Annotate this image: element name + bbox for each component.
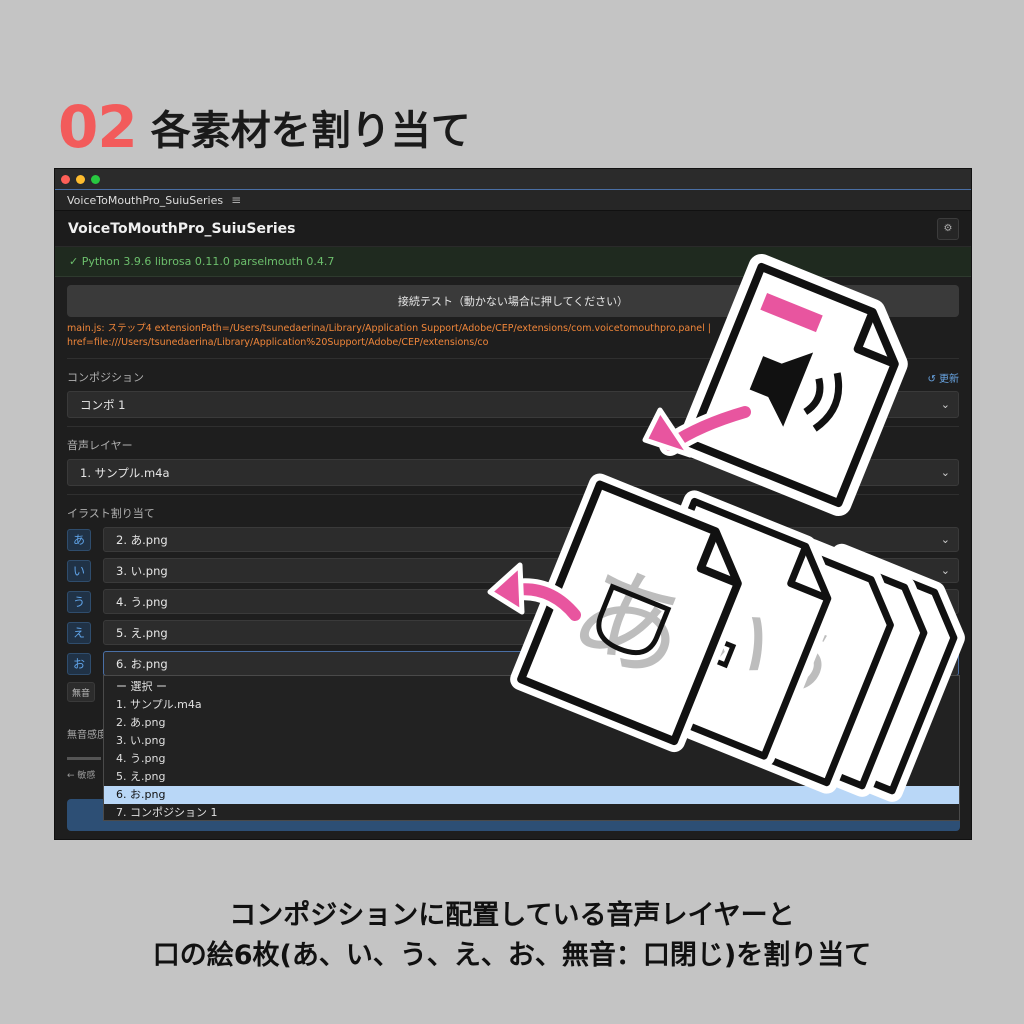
maximize-window-button[interactable] — [91, 174, 100, 184]
log-line: href=file:///Users/tsunedaerina/Library/… — [67, 337, 489, 348]
mute-badge: 無音 — [67, 682, 95, 702]
vowel-select[interactable]: 4. う.png ⌄ — [103, 589, 959, 614]
composition-select[interactable]: コンポ 1 ⌄ — [67, 391, 959, 418]
sensitivity-left-label: ← 敏感 — [67, 771, 96, 781]
vowel-row-e: え 5. え.png ⌄ — [67, 620, 959, 645]
vowel-select[interactable]: 5. え.png ⌄ — [103, 620, 959, 645]
chevron-down-icon: ⌄ — [940, 595, 950, 608]
step-number: 02 — [58, 93, 138, 161]
step-heading: 02 各素材を割り当て — [58, 92, 471, 162]
step-title: 各素材を割り当て — [150, 108, 471, 154]
chevron-down-icon: ⌄ — [940, 626, 950, 639]
debug-log: main.js: ステップ4 extensionPath=/Users/tsun… — [67, 322, 959, 359]
chevron-down-icon: ⌄ — [940, 533, 950, 546]
vowel-select-value: 3. い.png — [116, 563, 168, 578]
vowel-row-u: う 4. う.png ⌄ — [67, 589, 959, 614]
minimize-window-button[interactable] — [76, 174, 85, 184]
composition-section: コンポジション ↺ 更新 コンポ 1 ⌄ — [67, 359, 959, 427]
vowel-select[interactable]: 3. い.png ⌄ — [103, 558, 959, 583]
composition-label: コンポジション — [67, 371, 144, 384]
vowel-badge: あ — [67, 528, 91, 551]
caption-line-2: 口の絵6枚(あ、い、う、え、お、無音：口閉じ)を割り当て — [152, 940, 872, 971]
panel-body: 接続テスト（動かない場合に押してください） main.js: ステップ4 ext… — [55, 277, 971, 702]
audio-layer-label: 音声レイヤー — [67, 439, 133, 452]
audio-layer-section: 音声レイヤー 1. サンプル.m4a ⌄ — [67, 427, 959, 495]
vowel-select-value: 5. え.png — [116, 625, 168, 640]
vowel-select-value: 6. お.png — [116, 656, 168, 671]
vowel-select[interactable]: 2. あ.png ⌄ — [103, 527, 959, 552]
vowel-badge: お — [67, 652, 91, 675]
audio-layer-value: 1. サンプル.m4a — [80, 465, 170, 480]
connection-test-button[interactable]: 接続テスト（動かない場合に押してください） — [67, 285, 959, 317]
illust-section: イラスト割り当て あ 2. あ.png ⌄ い 3. い.png ⌄ う 4. — [67, 495, 959, 702]
caption-line-1: コンポジションに配置している音声レイヤーと — [229, 900, 795, 931]
dropdown-option[interactable]: 5. え.png — [104, 768, 959, 786]
composition-value: コンポ 1 — [80, 397, 126, 412]
chevron-down-icon: ⌄ — [940, 466, 950, 479]
dropdown-option-selected[interactable]: 6. お.png — [104, 786, 959, 804]
dropdown-option[interactable]: 2. あ.png — [104, 714, 959, 732]
vowel-badge: え — [67, 621, 91, 644]
vowel-row-i: い 3. い.png ⌄ — [67, 558, 959, 583]
gear-icon[interactable]: ⚙ — [937, 217, 959, 240]
panel-tab[interactable]: VoiceToMouthPro_SuiuSeries — [67, 194, 223, 207]
vowel-select-value: 2. あ.png — [116, 532, 168, 547]
sensitivity-slider[interactable] — [67, 757, 101, 760]
chevron-down-icon: ⌄ — [940, 657, 950, 670]
vowel-row-o: お 6. お.png ⌄ — [67, 651, 959, 676]
refresh-button[interactable]: ↺ 更新 — [927, 370, 959, 385]
dropdown-option[interactable]: 7. コンポジション 1 — [104, 804, 959, 822]
panel-menu-icon[interactable]: ≡ — [231, 193, 241, 207]
panel-header: VoiceToMouthPro_SuiuSeries ⚙ — [55, 211, 971, 247]
vowel-badge: う — [67, 590, 91, 613]
vowel-select[interactable]: 6. お.png ⌄ — [103, 651, 959, 676]
dropdown-option[interactable]: 3. い.png — [104, 732, 959, 750]
sensitivity-label: 無音感度 — [67, 730, 107, 741]
log-line: main.js: ステップ4 extensionPath=/Users/tsun… — [67, 323, 711, 334]
vowel-row-a: あ 2. あ.png ⌄ — [67, 527, 959, 552]
dropdown-option[interactable]: 4. う.png — [104, 750, 959, 768]
illust-label: イラスト割り当て — [67, 507, 155, 520]
panel-tab-bar: VoiceToMouthPro_SuiuSeries ≡ — [55, 189, 971, 211]
vowel-badge: い — [67, 559, 91, 582]
option-dropdown[interactable]: ー 選択 ー 1. サンプル.m4a 2. あ.png 3. い.png 4. … — [103, 675, 960, 821]
vowel-select-value: 4. う.png — [116, 594, 168, 609]
chevron-down-icon: ⌄ — [940, 398, 950, 411]
window-titlebar — [55, 169, 971, 189]
audio-layer-select[interactable]: 1. サンプル.m4a ⌄ — [67, 459, 959, 486]
app-title: VoiceToMouthPro_SuiuSeries — [68, 220, 296, 237]
dropdown-option[interactable]: 1. サンプル.m4a — [104, 696, 959, 714]
close-window-button[interactable] — [61, 174, 70, 184]
environment-status: ✓ Python 3.9.6 librosa 0.11.0 parselmout… — [55, 247, 971, 277]
chevron-down-icon: ⌄ — [940, 564, 950, 577]
dropdown-option[interactable]: ー 選択 ー — [104, 678, 959, 696]
